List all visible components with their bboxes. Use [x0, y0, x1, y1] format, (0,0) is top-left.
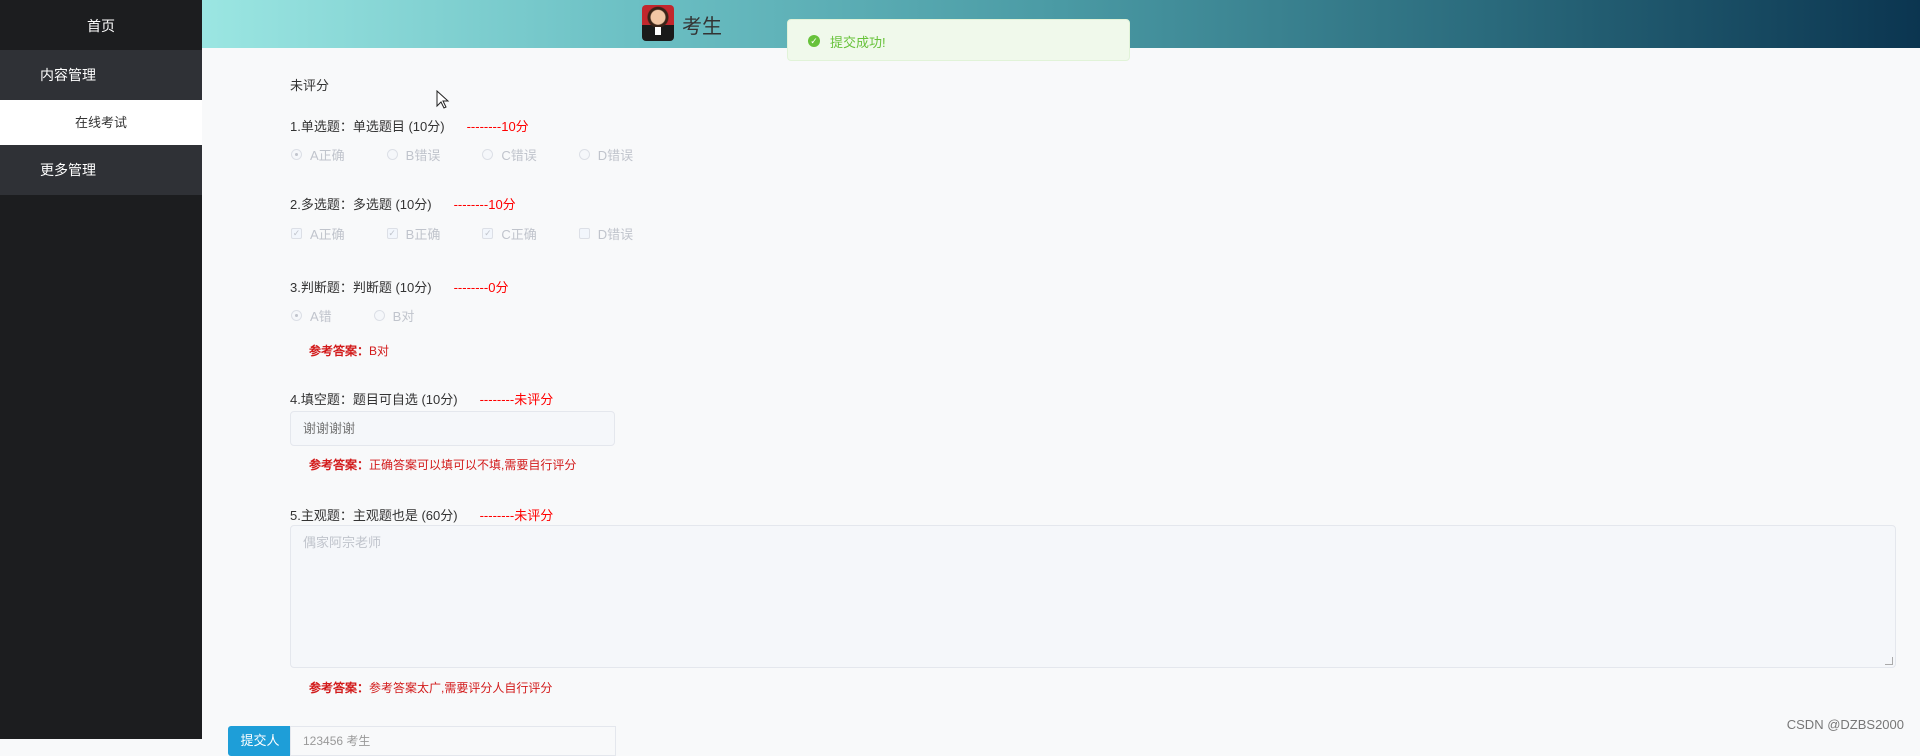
question-title: 4.填空题：题目可自选 (10分) --------未评分	[290, 389, 553, 408]
question-options: A正确 B错误 C错误 D错误	[291, 145, 675, 164]
option-radio[interactable]: C错误	[482, 145, 537, 164]
question-title-text: 4.填空题：题目可自选 (10分)	[290, 392, 458, 407]
option-checkbox[interactable]: ✓ A正确	[291, 224, 345, 243]
checkbox-checked-icon: ✓	[482, 228, 494, 239]
reference-label: 参考答案：	[309, 344, 370, 358]
reference-answer: 参考答案：正确答案可以填可以不填,需要自行评分	[309, 456, 576, 473]
watermark: CSDN @DZBS2000	[1786, 717, 1904, 732]
radio-icon	[482, 149, 494, 160]
option-label: C正确	[501, 227, 537, 242]
question-options: ✓ A正确 ✓ B正确 ✓ C正确 D错误	[291, 224, 675, 243]
question-title-text: 2.多选题：多选题 (10分)	[290, 197, 432, 212]
option-radio[interactable]: A错	[291, 306, 332, 325]
sidebar-group-content-management[interactable]: 内容管理	[0, 50, 202, 100]
exam-content: 未评分 1.单选题：单选题目 (10分) --------10分 A正确 B错误 …	[202, 48, 1920, 756]
option-checkbox[interactable]: ✓ B正确	[386, 224, 441, 243]
reference-answer: 参考答案：参考答案太广,需要评分人自行评分	[309, 679, 552, 696]
option-label: C错误	[501, 148, 537, 163]
mouse-cursor-icon	[436, 90, 450, 109]
option-label: B正确	[405, 227, 441, 242]
question-title-text: 5.主观题：主观题也是 (60分)	[290, 508, 458, 523]
reference-label: 参考答案：	[309, 681, 370, 695]
question-title: 5.主观题：主观题也是 (60分) --------未评分	[290, 505, 553, 524]
option-label: A错	[310, 309, 332, 324]
reference-answer: 参考答案：B对	[309, 342, 389, 359]
reference-text: 正确答案可以填可以不填,需要自行评分	[369, 458, 577, 472]
option-label: D错误	[597, 227, 634, 242]
radio-selected-icon	[291, 149, 302, 160]
option-radio[interactable]: B对	[373, 306, 415, 325]
option-label: A正确	[310, 148, 345, 163]
option-label: B对	[392, 309, 415, 324]
question-score: --------10分	[466, 119, 529, 134]
sidebar-item-online-exam[interactable]: 在线考试	[0, 100, 202, 145]
sidebar-group-more-management[interactable]: 更多管理	[0, 145, 202, 195]
question-title: 1.单选题：单选题目 (10分) --------10分	[290, 116, 529, 135]
question-title-text: 3.判断题：判断题 (10分)	[290, 280, 432, 295]
reference-text: 参考答案太广,需要评分人自行评分	[369, 681, 553, 695]
textarea-value: 偶家阿宗老师	[303, 535, 382, 550]
option-radio[interactable]: B错误	[386, 145, 441, 164]
radio-icon	[386, 149, 398, 160]
question-title: 2.多选题：多选题 (10分) --------10分	[290, 194, 516, 213]
option-checkbox[interactable]: D错误	[578, 224, 634, 243]
fill-blank-input[interactable]: 谢谢谢谢	[290, 411, 615, 446]
checkbox-checked-icon: ✓	[386, 228, 398, 239]
option-radio[interactable]: D错误	[578, 145, 634, 164]
option-label: D错误	[597, 148, 634, 163]
question-score: --------10分	[453, 197, 516, 212]
sidebar: 首页 内容管理 在线考试 更多管理	[0, 0, 202, 739]
checkbox-icon	[578, 228, 590, 239]
question-score: --------0分	[453, 280, 509, 295]
avatar[interactable]	[642, 5, 674, 41]
submitter-button[interactable]: 提交人	[228, 726, 292, 756]
question-score: --------未评分	[479, 508, 554, 523]
question-score: --------未评分	[479, 392, 554, 407]
checkbox-checked-icon: ✓	[291, 228, 302, 239]
sidebar-item-home[interactable]: 首页	[0, 0, 202, 50]
radio-icon	[578, 149, 590, 160]
subjective-answer-textarea[interactable]: 偶家阿宗老师	[290, 525, 1896, 668]
option-checkbox[interactable]: ✓ C正确	[482, 224, 537, 243]
user-role-label: 考生	[682, 16, 722, 38]
radio-icon	[373, 310, 385, 321]
exam-status: 未评分	[290, 78, 330, 93]
radio-selected-icon	[291, 310, 302, 321]
question-title-text: 1.单选题：单选题目 (10分)	[290, 119, 445, 134]
question-title: 3.判断题：判断题 (10分) --------0分	[290, 277, 508, 296]
question-options: A错 B对	[291, 306, 456, 325]
option-radio[interactable]: A正确	[291, 145, 345, 164]
option-label: B错误	[405, 148, 441, 163]
resize-handle-icon[interactable]	[1885, 657, 1893, 665]
reference-label: 参考答案：	[309, 458, 370, 472]
reference-text: B对	[369, 344, 390, 358]
submitter-input[interactable]: 123456 考生	[290, 726, 616, 756]
success-check-icon: ✓	[808, 35, 820, 47]
option-label: A正确	[310, 227, 345, 242]
